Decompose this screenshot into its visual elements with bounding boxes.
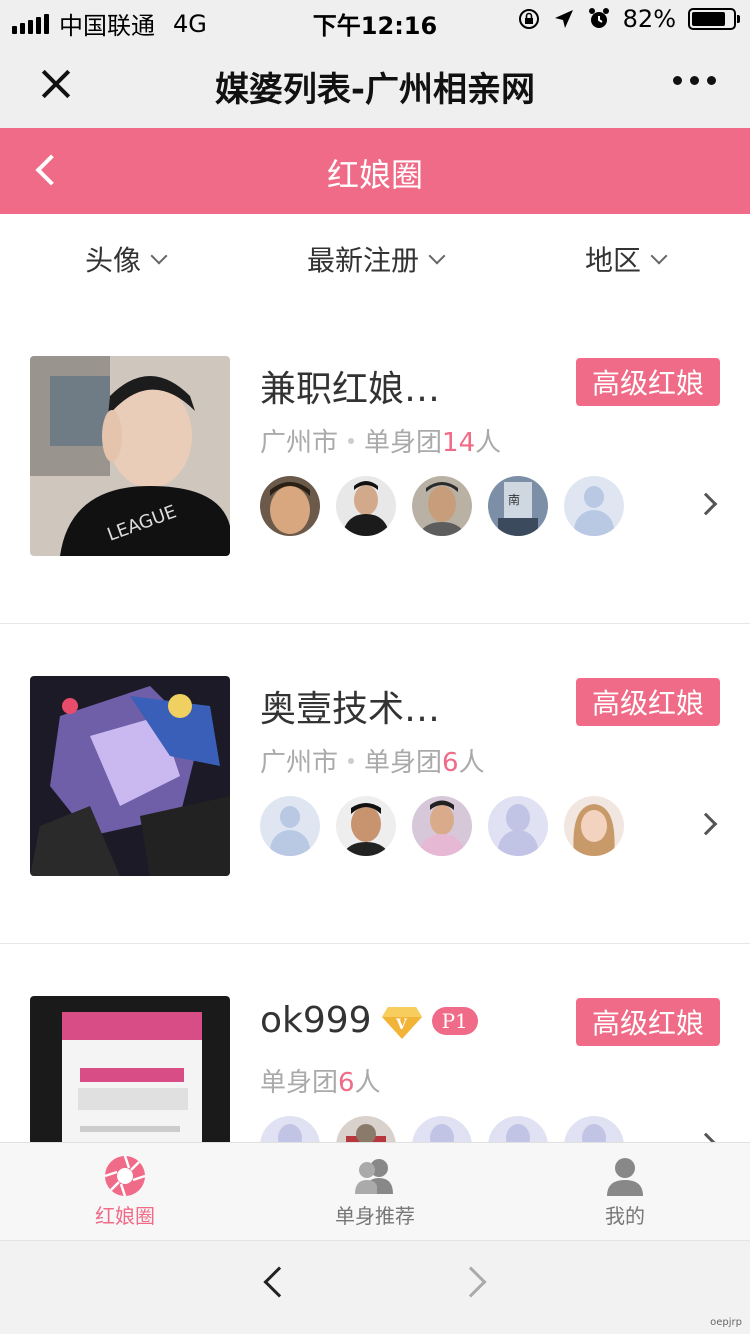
level-badge: 高级红娘 bbox=[575, 358, 720, 406]
matchmaker-meta: 单身团6人 bbox=[260, 1062, 381, 1099]
webview-titlebar: 媒婆列表-广州相亲网 bbox=[0, 40, 750, 128]
matchmaker-photo: LEAGUE bbox=[30, 356, 230, 556]
matchmaker-meta: 广州市 单身团6人 bbox=[260, 742, 485, 779]
page: 中国联通 4G 下午12:16 82% 媒婆列表-广州相亲网 红娘圈 头像 最新… bbox=[0, 0, 750, 1334]
browser-back-icon[interactable] bbox=[263, 1266, 295, 1298]
users-icon bbox=[355, 1159, 393, 1194]
filter-newest[interactable]: 最新注册 bbox=[250, 214, 500, 304]
avatar-placeholder[interactable] bbox=[564, 1116, 624, 1142]
avatar-placeholder[interactable] bbox=[412, 1116, 472, 1142]
city-label: 广州市 bbox=[260, 748, 339, 778]
group-unit: 人 bbox=[475, 428, 502, 458]
avatar[interactable] bbox=[336, 1116, 396, 1142]
avatar[interactable] bbox=[336, 796, 396, 856]
filter-avatar[interactable]: 头像 bbox=[0, 214, 250, 304]
chevron-down-icon bbox=[650, 247, 668, 265]
list-item[interactable]: 奥壹技术… 高级红娘 广州市 单身团6人 bbox=[0, 624, 750, 944]
matchmaker-photo bbox=[30, 996, 230, 1142]
vip-diamond-icon: V bbox=[381, 1003, 422, 1039]
member-avatars bbox=[260, 1116, 624, 1142]
svg-text:V: V bbox=[395, 1017, 408, 1033]
rank-badge: P1 bbox=[431, 1006, 478, 1035]
status-bar: 中国联通 4G 下午12:16 82% bbox=[0, 0, 750, 40]
app-header: 红娘圈 bbox=[0, 128, 750, 214]
battery-icon bbox=[688, 8, 740, 30]
matchmaker-meta: 广州市 单身团14人 bbox=[260, 422, 501, 459]
watermark: oepjrp bbox=[710, 1317, 742, 1328]
avatar[interactable] bbox=[564, 796, 624, 856]
avatar[interactable]: 南 bbox=[488, 476, 548, 536]
group-count: 6 bbox=[338, 1068, 355, 1098]
avatar-placeholder[interactable] bbox=[260, 1116, 320, 1142]
matchmaker-name: ok999 V P1 bbox=[260, 1000, 478, 1041]
group-count: 6 bbox=[442, 748, 459, 778]
page-title: 媒婆列表-广州相亲网 bbox=[214, 70, 536, 110]
member-avatars: 南 bbox=[260, 476, 624, 536]
group-unit: 人 bbox=[354, 1068, 381, 1098]
camera-aperture-icon bbox=[104, 1155, 146, 1197]
group-label: 单身团 bbox=[260, 1068, 339, 1098]
group-label: 单身团 bbox=[364, 748, 443, 778]
location-icon bbox=[554, 10, 573, 28]
browser-forward-icon[interactable] bbox=[455, 1266, 487, 1298]
matchmaker-name: 兼职红娘… bbox=[260, 369, 441, 410]
tab-label: 红娘圈 bbox=[95, 1204, 155, 1228]
chevron-down-icon bbox=[150, 247, 168, 265]
level-badge: 高级红娘 bbox=[575, 678, 720, 726]
matchmaker-photo bbox=[30, 676, 230, 876]
avatar[interactable] bbox=[412, 796, 472, 856]
avatar[interactable] bbox=[412, 476, 472, 536]
tab-profile[interactable]: 我的 bbox=[500, 1143, 750, 1240]
level-badge: 高级红娘 bbox=[575, 998, 720, 1046]
city-label: 广州市 bbox=[260, 428, 339, 458]
battery-percent: 82% bbox=[622, 5, 676, 33]
avatar[interactable] bbox=[336, 476, 396, 536]
group-label: 单身团 bbox=[364, 428, 443, 458]
filter-bar: 头像 最新注册 地区 bbox=[0, 214, 750, 304]
avatar-placeholder[interactable] bbox=[260, 796, 320, 856]
tab-label: 单身推荐 bbox=[335, 1204, 415, 1228]
matchmaker-list: LEAGUE 兼职红娘… 高级红娘 广州市 单身团14人 南 奥壹技术… 高级红… bbox=[0, 304, 750, 1142]
separator-dot bbox=[348, 437, 355, 444]
filter-region[interactable]: 地区 bbox=[500, 214, 750, 304]
tab-label: 我的 bbox=[605, 1204, 645, 1228]
chevron-right-icon[interactable] bbox=[694, 812, 718, 836]
user-icon bbox=[607, 1158, 643, 1196]
more-menu-button[interactable] bbox=[673, 76, 716, 85]
list-item[interactable]: LEAGUE 兼职红娘… 高级红娘 广州市 单身团14人 南 bbox=[0, 304, 750, 624]
filter-label: 头像 bbox=[84, 244, 141, 277]
svg-text:南: 南 bbox=[508, 492, 520, 507]
group-unit: 人 bbox=[458, 748, 485, 778]
matchmaker-name: 奥壹技术… bbox=[260, 689, 441, 730]
tab-matchmaker-circle[interactable]: 红娘圈 bbox=[0, 1143, 250, 1240]
browser-nav-bar: oepjrp bbox=[0, 1240, 750, 1334]
avatar-placeholder[interactable] bbox=[564, 476, 624, 536]
chevron-right-icon[interactable] bbox=[694, 1132, 718, 1142]
header-title: 红娘圈 bbox=[326, 156, 423, 194]
avatar-placeholder[interactable] bbox=[488, 796, 548, 856]
separator-dot bbox=[348, 757, 355, 764]
filter-label: 地区 bbox=[584, 244, 641, 277]
rotation-lock-icon bbox=[518, 9, 539, 29]
avatar-placeholder[interactable] bbox=[488, 1116, 548, 1142]
list-item[interactable]: ok999 V P1 高级红娘 单身团6人 bbox=[0, 944, 750, 1142]
chevron-down-icon bbox=[428, 247, 446, 265]
alarm-icon bbox=[588, 8, 609, 28]
avatar[interactable] bbox=[260, 476, 320, 536]
tab-bar: 红娘圈 单身推荐 我的 bbox=[0, 1142, 750, 1240]
filter-label: 最新注册 bbox=[306, 244, 419, 277]
group-count: 14 bbox=[442, 428, 476, 458]
member-avatars bbox=[260, 796, 624, 856]
tab-singles-recommend[interactable]: 单身推荐 bbox=[250, 1143, 500, 1240]
chevron-right-icon[interactable] bbox=[694, 492, 718, 516]
